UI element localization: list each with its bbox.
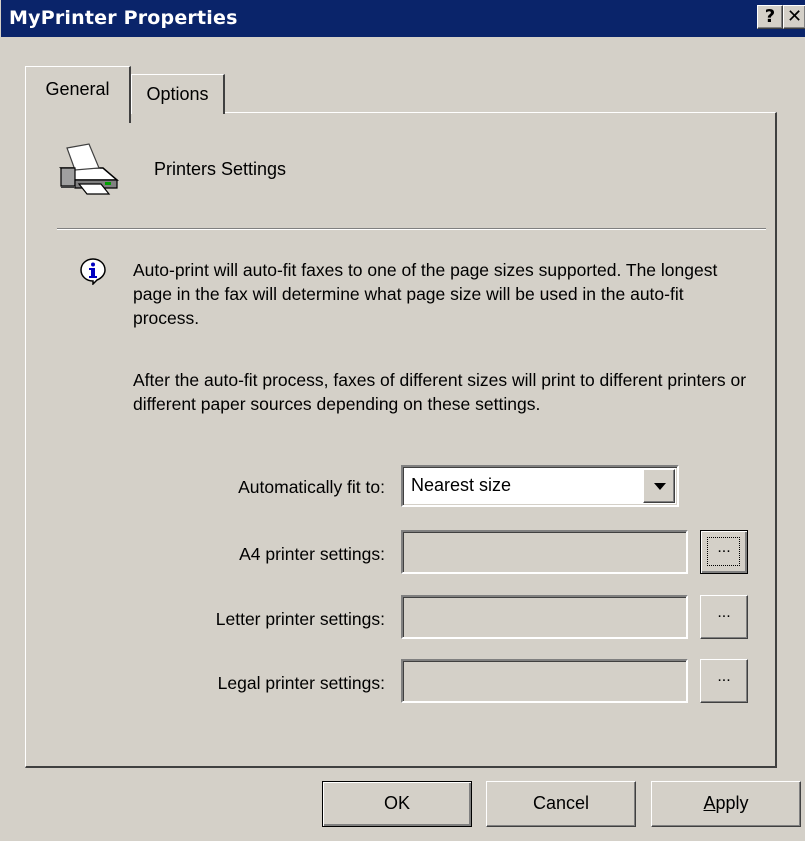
close-button[interactable]: ✕ (783, 5, 805, 29)
letter-browse-label: ... (717, 604, 731, 621)
tab-general-label: General (45, 79, 110, 99)
focus-rect (707, 537, 740, 566)
window-title: MyPrinter Properties (9, 7, 238, 29)
apply-mnemonic: A (703, 793, 716, 813)
a4-settings-field[interactable] (401, 530, 688, 574)
dropdown-button[interactable] (643, 469, 675, 503)
info-text-autofit: Auto-print will auto-fit faxes to one of… (133, 260, 718, 328)
info-icon (79, 257, 107, 290)
legal-settings-field[interactable] (401, 659, 688, 703)
ok-button[interactable]: OK (322, 781, 472, 827)
help-button[interactable]: ? (757, 5, 783, 29)
legal-browse-button[interactable]: ... (700, 659, 748, 703)
cancel-button[interactable]: Cancel (486, 781, 636, 827)
tab-general[interactable]: General (25, 66, 131, 123)
info-text-sizes: After the auto-fit process, faxes of dif… (133, 370, 747, 414)
letter-browse-button[interactable]: ... (700, 595, 748, 639)
apply-button[interactable]: Apply (651, 781, 801, 827)
separator (57, 228, 766, 230)
fit-size-select[interactable]: Nearest size (401, 465, 679, 507)
printer-icon (53, 138, 123, 203)
apply-label: pply (715, 793, 749, 813)
legal-browse-label: ... (717, 668, 731, 685)
fit-size-value: Nearest size (411, 475, 512, 495)
title-bar: MyPrinter Properties ? ✕ (1, 0, 805, 37)
tab-options-label: Options (146, 84, 209, 104)
letter-settings-field[interactable] (401, 595, 688, 639)
legal-settings-label: Legal printer settings: (217, 673, 385, 693)
properties-dialog: MyPrinter Properties ? ✕ General Options… (0, 0, 805, 841)
section-heading: Printers Settings (154, 159, 287, 179)
a4-browse-button[interactable]: ... (700, 530, 748, 574)
fit-label: Automatically fit to: (238, 477, 385, 497)
a4-settings-label: A4 printer settings: (239, 544, 385, 564)
letter-settings-label: Letter printer settings: (215, 609, 385, 629)
chevron-down-icon (654, 483, 666, 490)
tab-options[interactable]: Options (131, 74, 225, 114)
